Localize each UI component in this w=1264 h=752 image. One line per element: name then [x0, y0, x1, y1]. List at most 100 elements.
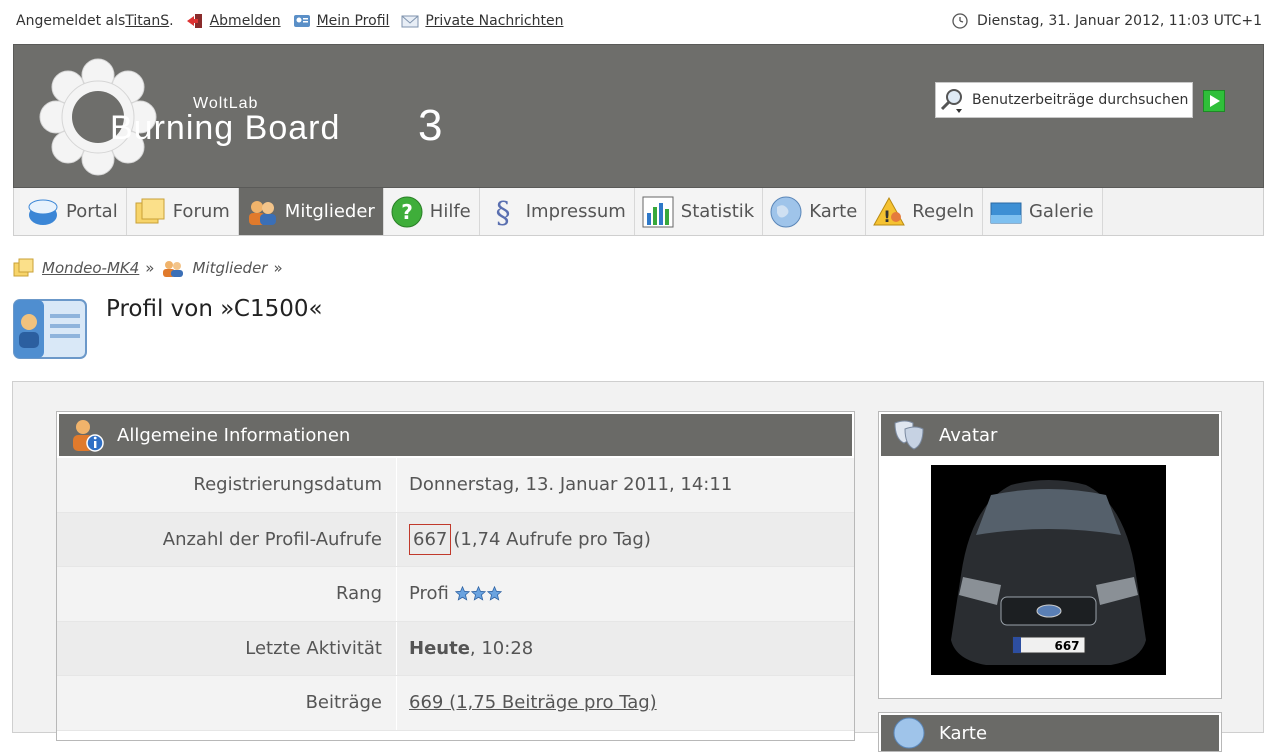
general-info-title: Allgemeine Informationen — [117, 424, 351, 446]
profile-views-rate: (1,74 Aufrufe pro Tag) — [453, 528, 651, 550]
tab-label: Statistik — [680, 201, 755, 222]
rules-icon: ! — [873, 196, 906, 226]
info-value: 667 (1,74 Aufrufe pro Tag) — [397, 513, 651, 567]
tab-impressum[interactable]: § Impressum — [479, 188, 635, 235]
info-label: Anzahl der Profil-Aufrufe — [57, 512, 397, 566]
last-activity-time: , 10:28 — [469, 637, 534, 659]
tab-label: Hilfe — [429, 201, 471, 222]
user-bar: Angemeldet als TitanS . Abmelden Mein Pr… — [0, 0, 1264, 44]
info-value: Heute , 10:28 — [397, 622, 533, 676]
info-label: Rang — [57, 567, 397, 621]
tab-label: Karte — [809, 201, 858, 222]
tab-galerie[interactable]: Galerie — [982, 188, 1103, 235]
svg-text:!: ! — [884, 207, 891, 226]
map-box: Karte — [878, 712, 1222, 752]
tab-portal[interactable]: Portal — [20, 188, 127, 235]
user-info-icon — [73, 420, 104, 452]
gallery-icon — [990, 202, 1022, 223]
imprint-icon: § — [495, 196, 510, 229]
map-title: Karte — [939, 722, 988, 744]
tab-regeln[interactable]: ! Regeln — [866, 188, 983, 235]
clock-icon — [952, 13, 968, 29]
username-suffix: . — [169, 13, 174, 29]
avatar-header: Avatar — [879, 412, 1221, 458]
breadcrumb-separator: » — [273, 259, 283, 277]
rank-stars — [454, 586, 502, 601]
tab-label: Regeln — [912, 201, 974, 222]
envelope-icon — [401, 15, 419, 28]
avatar-title: Avatar — [939, 424, 998, 446]
tab-mitglieder[interactable]: Mitglieder — [238, 188, 384, 235]
star-icon — [454, 586, 470, 601]
info-value: Profi — [397, 567, 502, 621]
posts-link[interactable]: 669 (1,75 Beiträge pro Tag) — [409, 692, 657, 713]
breadcrumb: Mondeo-MK4 » Mitglieder » — [12, 257, 289, 279]
info-row-posts: Beiträge 669 (1,75 Beiträge pro Tag) — [57, 676, 854, 731]
profile-card-icon — [293, 15, 310, 27]
logout-icon — [186, 14, 202, 28]
breadcrumb-separator: » — [145, 259, 155, 277]
search-icon — [940, 89, 962, 113]
breadcrumb-home-link[interactable]: Mondeo-MK4 — [42, 259, 139, 277]
last-activity-day: Heute — [409, 637, 470, 659]
profile-item[interactable]: Mein Profil — [293, 13, 390, 29]
logged-in-prefix: Angemeldet als — [16, 13, 126, 29]
svg-text:?: ? — [401, 200, 413, 224]
search-box[interactable] — [935, 82, 1193, 118]
site-header: WoltLab Burning Board 3 — [13, 44, 1264, 188]
tab-label: Forum — [172, 201, 230, 222]
breadcrumb-members[interactable]: Mitglieder — [160, 258, 267, 278]
general-info-header: Allgemeine Informationen — [57, 412, 854, 458]
info-row-profile-views: Anzahl der Profil-Aufrufe 667 (1,74 Aufr… — [57, 512, 854, 567]
username-link[interactable]: TitanS — [125, 13, 169, 29]
tab-statistik[interactable]: Statistik — [634, 188, 764, 235]
search-submit-button[interactable] — [1203, 90, 1225, 112]
tab-label: Impressum — [525, 201, 626, 222]
messages-item[interactable]: Private Nachrichten — [401, 13, 563, 29]
info-row-registration: Registrierungsdatum Donnerstag, 13. Janu… — [57, 458, 854, 513]
nav-tabs: Portal Forum Mitglieder ? Hilfe § Impres… — [14, 188, 1263, 235]
site-logo[interactable]: WoltLab Burning Board 3 — [38, 57, 458, 177]
logo-brand-big: Burning Board — [110, 109, 341, 147]
main-navigation: Portal Forum Mitglieder ? Hilfe § Impres… — [13, 188, 1264, 236]
general-info-box: Allgemeine Informationen Registrierungsd… — [56, 411, 855, 741]
portal-icon — [28, 199, 58, 225]
statistics-icon — [642, 196, 674, 227]
avatar-image[interactable]: 667 — [931, 465, 1166, 675]
avatar-box: Avatar 667 — [878, 411, 1222, 699]
help-icon: ? — [391, 196, 423, 227]
forum-icon — [13, 258, 34, 277]
masks-icon — [894, 420, 924, 450]
info-value: 669 (1,75 Beiträge pro Tag) — [397, 676, 657, 730]
page-title: Profil von »C1500« — [106, 296, 323, 322]
license-plate-text: 667 — [1054, 639, 1079, 653]
info-label: Letzte Aktivität — [57, 621, 397, 675]
star-icon — [486, 586, 502, 601]
tab-label: Portal — [66, 201, 118, 222]
tab-karte[interactable]: Karte — [763, 188, 867, 235]
logout-item[interactable]: Abmelden — [186, 13, 281, 29]
tab-label: Galerie — [1028, 201, 1094, 222]
info-value: Donnerstag, 13. Januar 2011, 14:11 — [409, 474, 733, 496]
globe-icon — [770, 196, 802, 227]
logo-version: 3 — [418, 101, 443, 150]
info-row-last-activity: Letzte Aktivität Heute , 10:28 — [57, 621, 854, 676]
info-table: Registrierungsdatum Donnerstag, 13. Janu… — [57, 458, 854, 731]
private-messages-link[interactable]: Private Nachrichten — [425, 13, 563, 29]
profile-card-icon — [13, 299, 87, 359]
search-input[interactable] — [968, 92, 1188, 108]
breadcrumb-members-label[interactable]: Mitglieder — [192, 259, 267, 277]
tab-hilfe[interactable]: ? Hilfe — [383, 188, 480, 235]
globe-icon — [893, 717, 925, 749]
breadcrumb-home[interactable]: Mondeo-MK4 — [12, 257, 139, 279]
my-profile-link[interactable]: Mein Profil — [317, 13, 390, 29]
forum-icon — [135, 198, 165, 223]
tab-forum[interactable]: Forum — [126, 188, 239, 235]
tab-label: Mitglieder — [284, 201, 375, 222]
info-row-rank: Rang Profi — [57, 567, 854, 622]
profile-content: Allgemeine Informationen Registrierungsd… — [12, 381, 1264, 752]
members-icon — [163, 261, 184, 277]
members-icon — [248, 200, 276, 225]
logout-link[interactable]: Abmelden — [210, 13, 281, 29]
svg-text:§: § — [495, 196, 510, 229]
